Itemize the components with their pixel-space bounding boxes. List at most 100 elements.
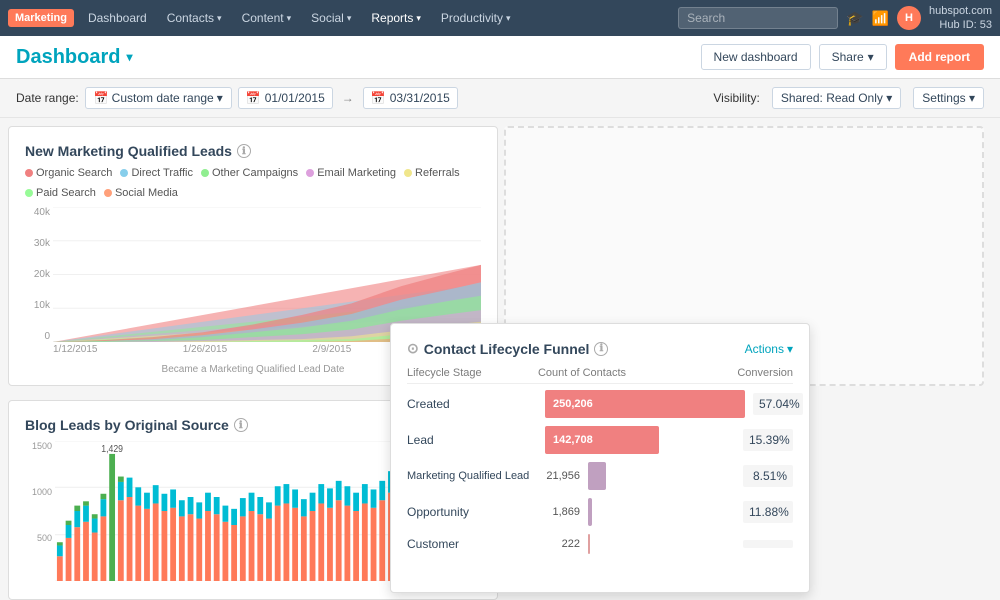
legend-direct: Direct Traffic: [120, 167, 193, 179]
top-nav: Marketing Dashboard Contacts ▾ Content ▾…: [0, 0, 1000, 36]
visibility-label: Visibility:: [713, 91, 759, 105]
funnel-count-opportunity: 1,869: [545, 506, 580, 518]
funnel-row-customer: Customer 222: [407, 534, 793, 554]
funnel-info-icon[interactable]: ℹ: [594, 342, 608, 356]
chart-area: [53, 207, 481, 342]
nav-items: Dashboard Contacts ▾ Content ▾ Social ▾ …: [78, 0, 678, 36]
funnel-bar-opportunity: 1,869: [545, 498, 735, 526]
funnel-title-icon: ⊙: [407, 340, 419, 357]
graduation-icon[interactable]: 🎓: [846, 10, 863, 27]
add-report-button[interactable]: Add report: [895, 44, 984, 70]
end-date-input[interactable]: 📅 03/31/2015: [363, 87, 458, 109]
search-input[interactable]: [678, 7, 838, 29]
sub-toolbar: Dashboard ▾ New dashboard Share ▾ Add re…: [0, 36, 1000, 79]
funnel-col-stage: Lifecycle Stage: [407, 367, 482, 379]
sub-toolbar-right: New dashboard Share ▾ Add report: [701, 44, 984, 70]
funnel-bar-created: 250,206: [545, 390, 745, 418]
funnel-row-created: Created 250,206 57.04%: [407, 390, 793, 418]
mql-info-icon[interactable]: ℹ: [237, 144, 251, 158]
funnel-conversion-lead: 15.39%: [743, 429, 793, 451]
main-content: New Marketing Qualified Leads ℹ Organic …: [0, 118, 1000, 578]
funnel-row-mql: Marketing Qualified Lead 21,956 8.51%: [407, 462, 793, 490]
funnel-bar-fill-lead: 142,708: [545, 426, 659, 454]
legend-email: Email Marketing: [306, 167, 396, 179]
funnel-count-customer: 222: [545, 538, 580, 550]
hubspot-info: hubspot.com Hub ID: 53: [929, 4, 992, 33]
funnel-bar-mql: 21,956: [545, 462, 735, 490]
funnel-card: ⊙ Contact Lifecycle Funnel ℹ Actions ▾ L…: [390, 323, 810, 593]
dashboard-caret: ▾: [126, 50, 132, 64]
funnel-count-mql: 21,956: [545, 470, 580, 482]
funnel-bar-lead: 142,708: [545, 426, 735, 454]
date-bar-right: Visibility: Shared: Read Only ▾ Settings…: [713, 87, 984, 109]
settings-button[interactable]: Settings ▾: [913, 87, 984, 109]
funnel-stage-created: Created: [407, 397, 537, 411]
funnel-row-lead: Lead 142,708 15.39%: [407, 426, 793, 454]
share-button[interactable]: Share ▾: [819, 44, 887, 70]
new-dashboard-button[interactable]: New dashboard: [701, 44, 811, 70]
legend-social: Social Media: [104, 187, 178, 199]
nav-item-dashboard[interactable]: Dashboard: [78, 0, 157, 36]
dashboard-title[interactable]: Dashboard ▾: [16, 46, 133, 69]
legend-other: Other Campaigns: [201, 167, 298, 179]
nav-logo[interactable]: Marketing: [8, 9, 74, 27]
funnel-conversion-mql: 8.51%: [743, 465, 793, 487]
funnel-conversion-created: 57.04%: [753, 393, 803, 415]
funnel-bar-fill-created: 250,206: [545, 390, 745, 418]
funnel-stage-lead: Lead: [407, 433, 537, 447]
funnel-stage-opportunity: Opportunity: [407, 505, 537, 519]
funnel-header: ⊙ Contact Lifecycle Funnel ℹ Actions ▾: [407, 340, 793, 357]
calendar-icon-start: 📅: [246, 91, 261, 105]
funnel-title: ⊙ Contact Lifecycle Funnel ℹ: [407, 340, 608, 357]
avatar[interactable]: H: [897, 6, 921, 30]
calendar-icon-end: 📅: [371, 91, 386, 105]
date-bar: Date range: 📅 Custom date range ▾ 📅 01/0…: [0, 79, 1000, 118]
funnel-bar-customer: 222: [545, 534, 735, 554]
funnel-conversion-customer: [743, 540, 793, 548]
funnel-bar-fill-opportunity: [588, 498, 592, 526]
nav-right: 🎓 📶 H hubspot.com Hub ID: 53: [846, 4, 992, 33]
legend-dot-other: [201, 169, 209, 177]
legend-dot-referrals: [404, 169, 412, 177]
share-caret-icon: ▾: [868, 50, 874, 64]
legend-dot-email: [306, 169, 314, 177]
funnel-row-opportunity: Opportunity 1,869 11.88%: [407, 498, 793, 526]
funnel-col-count: Count of Contacts: [538, 367, 626, 379]
funnel-bar-fill-customer: [588, 534, 590, 554]
mql-card-title: New Marketing Qualified Leads ℹ: [25, 143, 481, 159]
svg-text:1,429: 1,429: [101, 443, 123, 454]
nav-item-social[interactable]: Social ▾: [301, 0, 361, 36]
start-date-input[interactable]: 📅 01/01/2015: [238, 87, 333, 109]
legend-organic: Organic Search: [25, 167, 112, 179]
date-range-button[interactable]: 📅 Custom date range ▾: [85, 87, 232, 109]
blog-y-axis: 1500 1000 500: [25, 441, 55, 581]
legend-dot-direct: [120, 169, 128, 177]
date-arrow: →: [342, 91, 354, 105]
blog-info-icon[interactable]: ℹ: [234, 418, 248, 432]
date-bar-left: Date range: 📅 Custom date range ▾ 📅 01/0…: [16, 87, 458, 109]
funnel-stage-mql: Marketing Qualified Lead: [407, 470, 537, 482]
funnel-table-header: Lifecycle Stage Count of Contacts Conver…: [407, 367, 793, 384]
funnel-conversion-opportunity: 11.88%: [743, 501, 793, 523]
area-chart-svg: [53, 207, 481, 342]
nav-item-productivity[interactable]: Productivity ▾: [431, 0, 521, 36]
wifi-icon[interactable]: 📶: [872, 10, 889, 27]
funnel-stage-customer: Customer: [407, 537, 537, 551]
y-axis: 40k 30k 20k 10k 0: [25, 207, 53, 342]
legend-referrals: Referrals: [404, 167, 460, 179]
actions-caret-icon: ▾: [787, 342, 793, 356]
actions-button[interactable]: Actions ▾: [745, 342, 793, 356]
date-range-label: Date range:: [16, 91, 79, 105]
nav-item-contacts[interactable]: Contacts ▾: [157, 0, 232, 36]
funnel-col-conversion: Conversion: [737, 367, 793, 379]
nav-item-content[interactable]: Content ▾: [232, 0, 302, 36]
legend-dot-organic: [25, 169, 33, 177]
legend-paid: Paid Search: [25, 187, 96, 199]
range-caret: ▾: [217, 91, 223, 105]
legend-dot-social: [104, 189, 112, 197]
visibility-button[interactable]: Shared: Read Only ▾: [772, 87, 901, 109]
nav-item-reports[interactable]: Reports ▾: [361, 0, 431, 36]
funnel-bar-fill-mql: [588, 462, 606, 490]
mql-legend: Organic Search Direct Traffic Other Camp…: [25, 167, 481, 199]
calendar-icon: 📅: [94, 91, 109, 105]
